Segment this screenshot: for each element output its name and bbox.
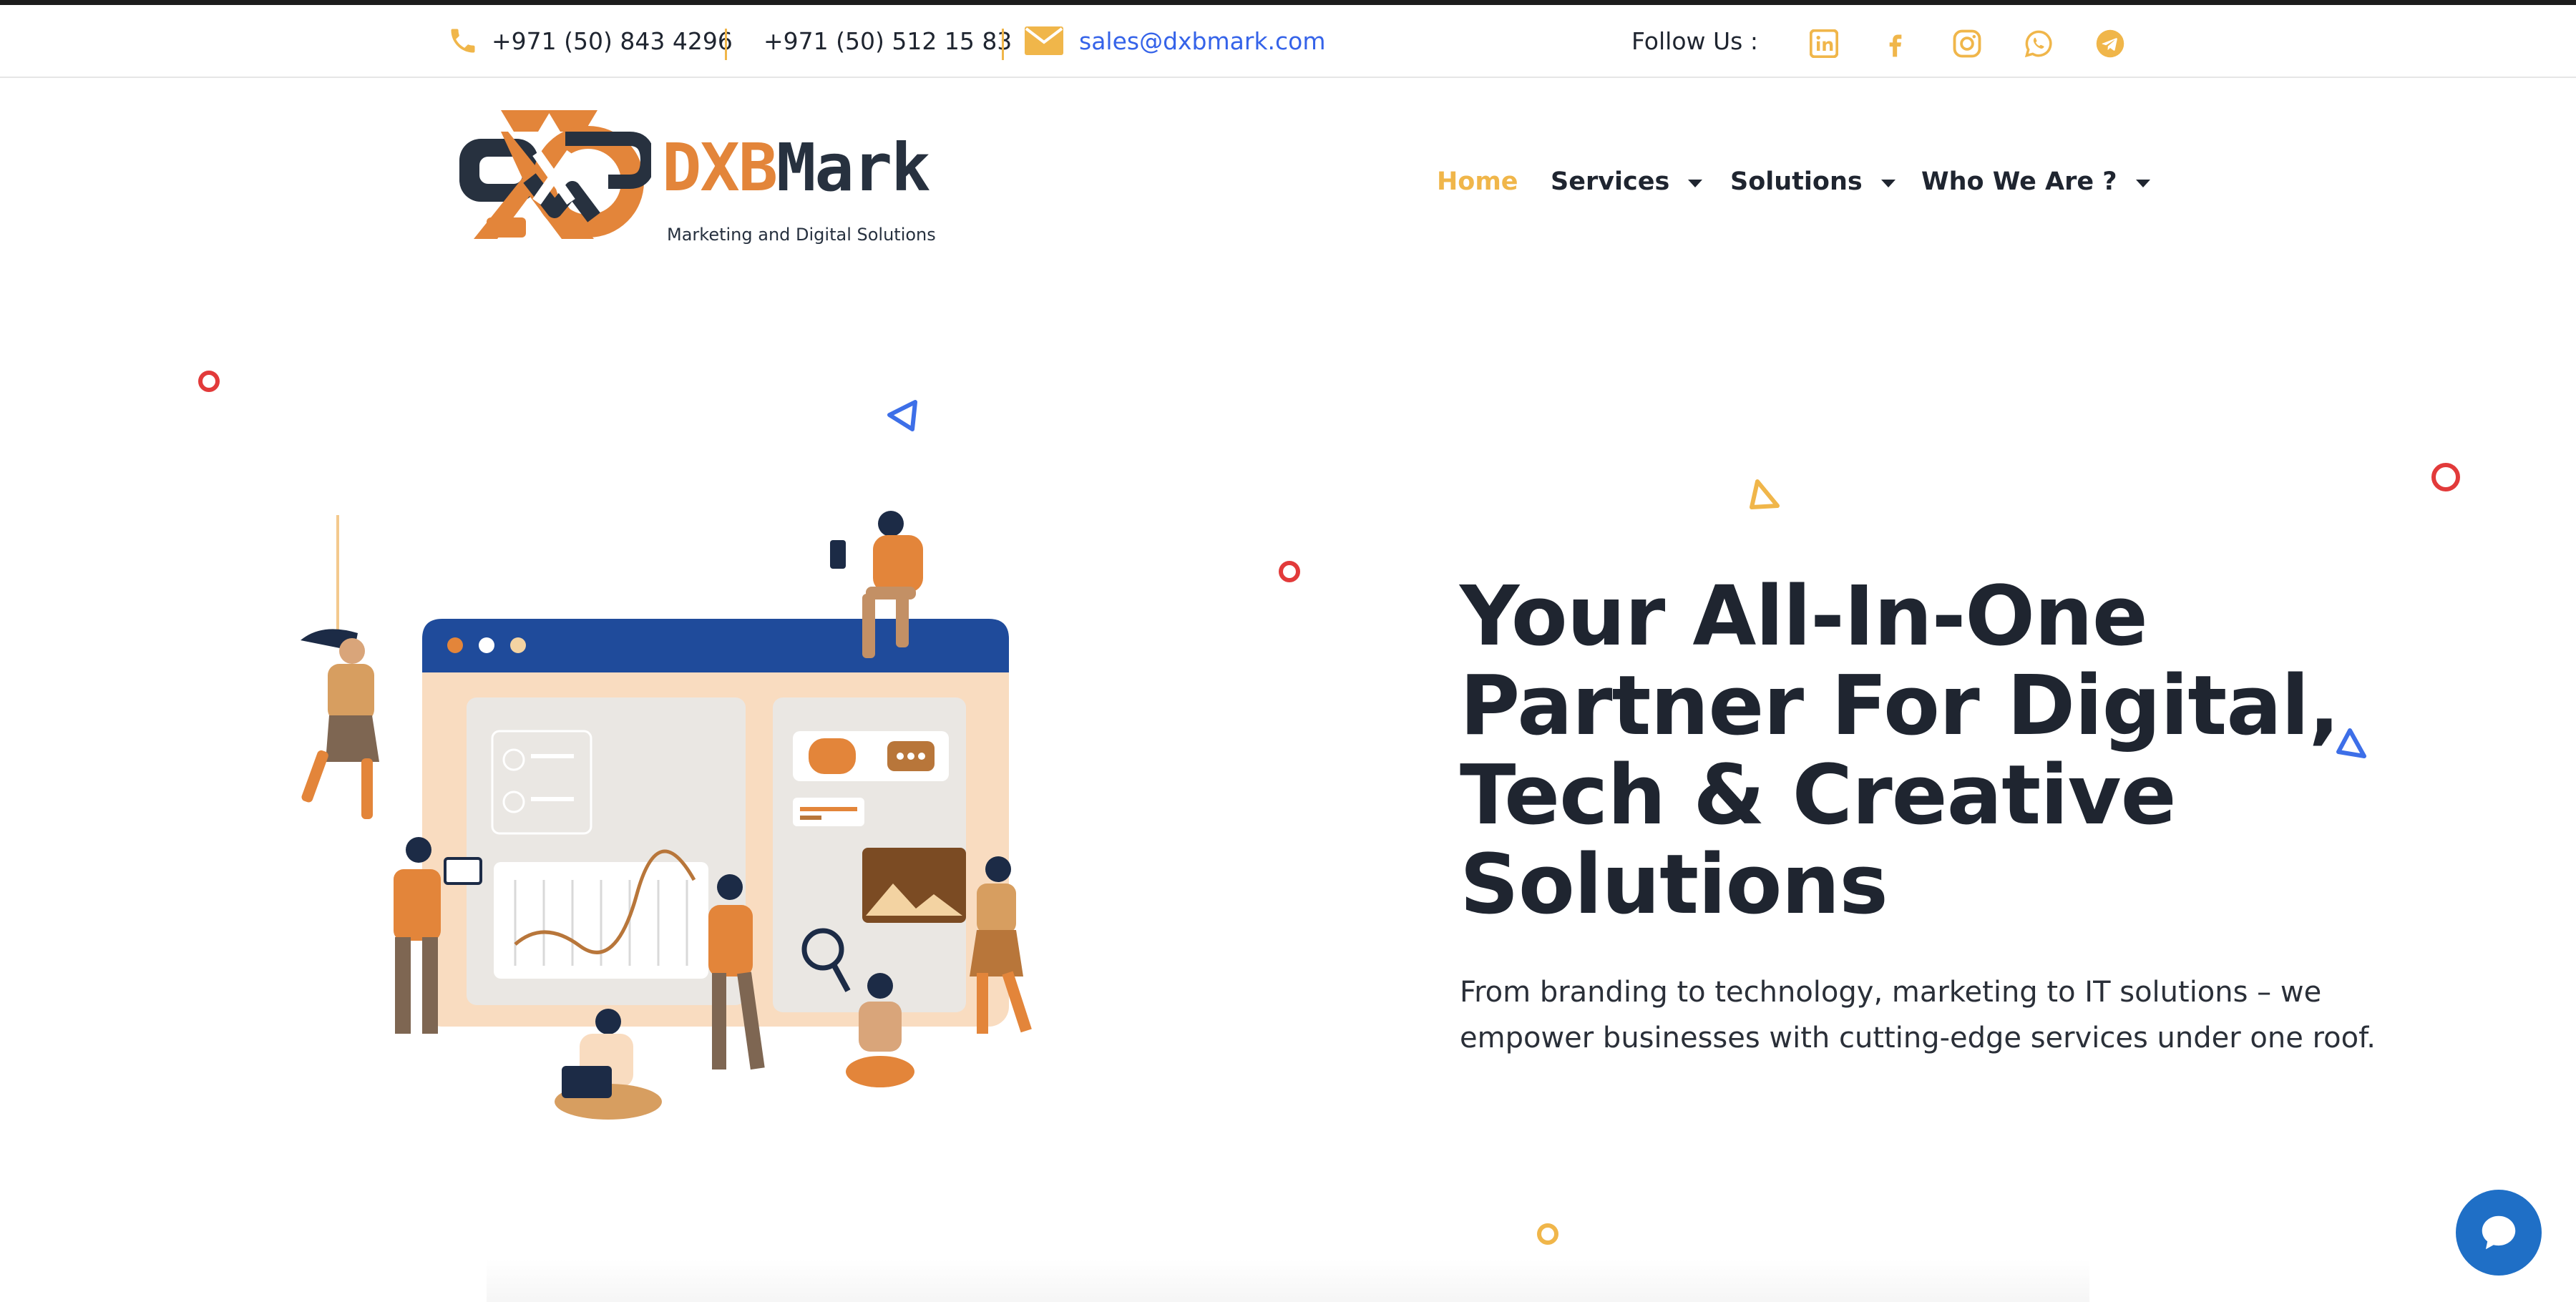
hero-subtitle-line: From branding to technology, marketing t… (1460, 976, 2322, 1009)
brand-tagline: Marketing and Digital Solutions (667, 225, 936, 245)
top-accent-line (0, 0, 2576, 5)
decor-ring-yellow (1537, 1223, 1558, 1245)
decor-triangle-blue (887, 400, 917, 431)
phone-icon (451, 29, 475, 53)
hero-illustration (301, 511, 1032, 1120)
decor-ring-red (198, 371, 220, 392)
window-dot (447, 637, 463, 653)
hero-subtitle-line: empower businesses with cutting-edge ser… (1460, 1022, 2376, 1054)
separator (725, 29, 727, 60)
email-link[interactable]: sales@dxbmark.com (1079, 27, 1326, 55)
nav-home[interactable]: Home (1437, 78, 1518, 285)
chat-bubble-icon (2482, 1215, 2516, 1250)
separator (1002, 29, 1004, 60)
mail-icon (1025, 26, 1063, 55)
decor-triangle-yellow (1750, 479, 1780, 509)
caret-down-icon (1688, 179, 1703, 187)
text-card (793, 798, 864, 826)
person-woman-jumping (301, 629, 379, 819)
hero-title-line: Partner For Digital, (1460, 658, 2340, 754)
phone-number-2: +971 (50) 512 15 83 (763, 26, 1013, 55)
section-shadow (487, 1259, 2089, 1302)
site-header: DXB Mark Marketing and Digital Solutions… (0, 78, 2576, 285)
whatsapp-icon[interactable] (2022, 27, 2055, 60)
facebook-icon[interactable] (1879, 27, 1912, 60)
hero-title-line: Your All-In-One (1460, 569, 2148, 665)
decor-ring-red (1279, 561, 1300, 582)
nav-home-label: Home (1437, 167, 1518, 196)
text-line (531, 797, 574, 801)
dxbmark-logo-mark (459, 110, 651, 239)
chat-bubble-glyph (809, 738, 856, 774)
brand-name-dxb: DXB (662, 129, 778, 206)
window-dot (510, 637, 526, 653)
hero-subtitle: From branding to technology, marketing t… (1460, 969, 2390, 1061)
hero-title-line: Solutions (1460, 837, 1888, 933)
decor-ring-red (2431, 463, 2460, 491)
phone-number-1: +971 (50) 843 4296 (492, 26, 733, 55)
follow-us-label: Follow Us : (1631, 26, 1758, 55)
caret-down-icon (1880, 179, 1896, 187)
nav-who-we-are[interactable]: Who We Are ? (1921, 78, 2150, 285)
dxbmark-logo[interactable]: DXB Mark Marketing and Digital Solutions (458, 110, 937, 253)
nav-solutions-label: Solutions (1730, 167, 1863, 196)
hero-title-line: Tech & Creative (1460, 748, 2177, 843)
email-contact[interactable]: sales@dxbmark.com (1025, 5, 1326, 77)
chat-widget-button[interactable] (2456, 1190, 2542, 1276)
telegram-icon[interactable] (2094, 27, 2127, 60)
caret-down-icon (2135, 179, 2150, 187)
nav-who-we-are-label: Who We Are ? (1921, 167, 2117, 196)
window-dot (479, 637, 494, 653)
phone-contact-1[interactable]: +971 (50) 843 4296 (447, 5, 733, 77)
nav-solutions[interactable]: Solutions (1730, 78, 1896, 285)
nav-services[interactable]: Services (1551, 78, 1703, 285)
text-line (531, 754, 574, 758)
top-contact-bar: +971 (50) 843 4296 +971 (50) 512 15 83 s… (0, 5, 2576, 78)
instagram-icon[interactable] (1951, 27, 1984, 60)
nav-services-label: Services (1551, 167, 1670, 196)
brand-name-mark: Mark (776, 129, 931, 206)
browser-titlebar (422, 619, 1009, 672)
hero-title: Your All-In-One Partner For Digital, Tec… (1460, 572, 2390, 930)
linkedin-icon[interactable] (1807, 27, 1840, 60)
phone-contact-2[interactable]: +971 (50) 512 15 83 (763, 5, 1012, 77)
